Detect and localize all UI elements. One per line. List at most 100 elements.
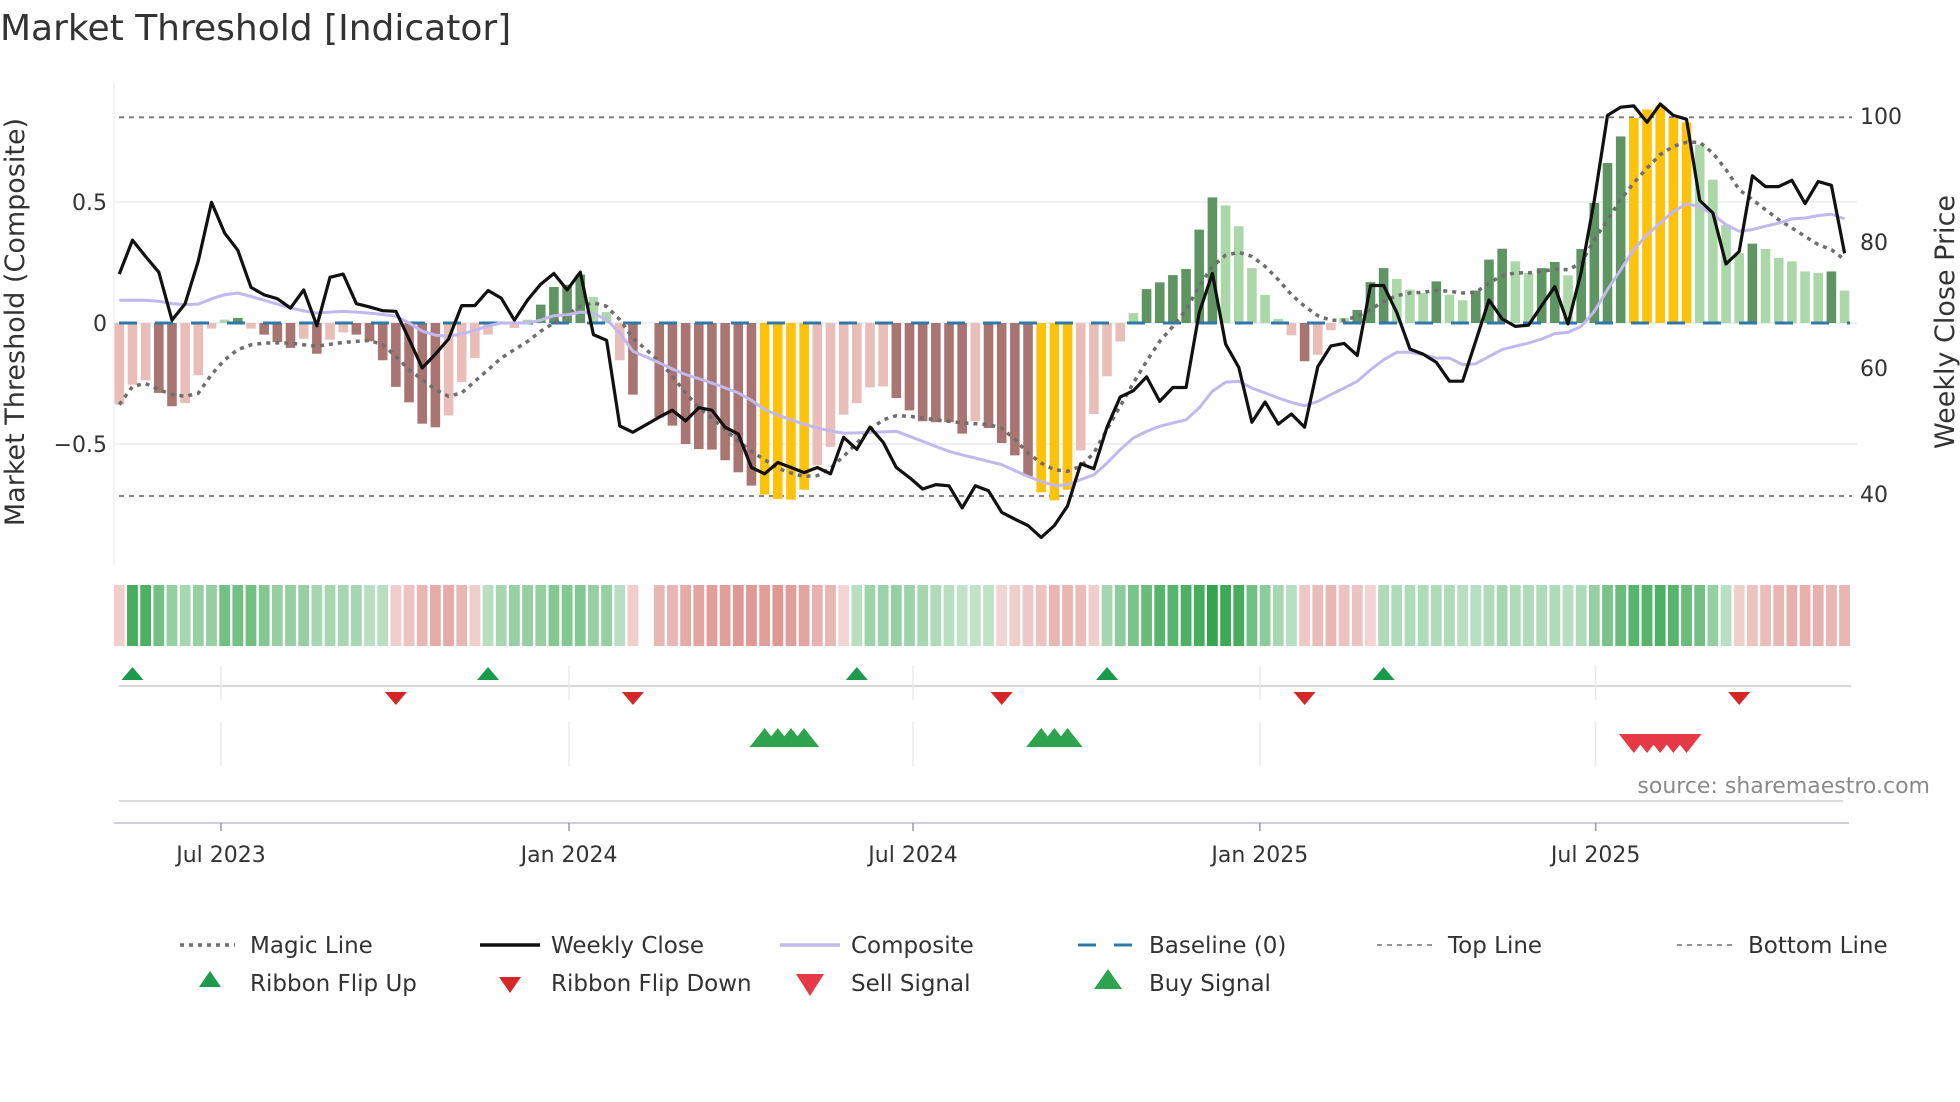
composite-bar xyxy=(944,323,954,423)
composite-bar xyxy=(917,323,928,422)
composite-bar xyxy=(931,323,941,423)
ribbon-cell xyxy=(1075,585,1087,646)
legend-label: Weekly Close xyxy=(551,933,704,959)
ribbon-cell xyxy=(943,585,955,646)
ribbon-cell xyxy=(772,585,784,646)
ribbon-flip-up-marker xyxy=(477,667,500,680)
ribbon-cell xyxy=(1483,585,1495,646)
composite-bar xyxy=(1141,289,1152,323)
left-tick-label: 0 xyxy=(93,312,107,337)
composite-bar xyxy=(417,323,428,424)
composite-bar xyxy=(891,323,902,399)
ribbon-cell xyxy=(1575,585,1587,646)
composite-bar xyxy=(733,323,744,473)
legend-item: Ribbon Flip Up xyxy=(199,971,417,997)
composite-bar xyxy=(1260,294,1270,323)
composite-bar xyxy=(1154,282,1165,323)
composite-bar xyxy=(272,323,283,343)
ribbon-cell xyxy=(377,585,389,646)
ribbon-cell xyxy=(271,585,283,646)
composite-bar xyxy=(1681,122,1692,323)
ribbon-cell xyxy=(838,585,850,646)
composite-bar xyxy=(1655,105,1665,323)
composite-bar xyxy=(957,323,967,434)
ribbon-cell xyxy=(996,585,1008,646)
ribbon-cell xyxy=(1457,585,1469,646)
composite-bar xyxy=(1708,179,1718,323)
legend-item: Top Line xyxy=(1377,933,1542,959)
ribbon-cell xyxy=(667,585,678,646)
composite-bar xyxy=(377,323,388,361)
composite-bar xyxy=(1800,271,1810,323)
legend-label: Buy Signal xyxy=(1149,971,1271,997)
ribbon-flip-down-marker xyxy=(384,692,407,705)
ribbon-cell xyxy=(153,585,165,646)
ribbon-cell xyxy=(983,585,994,646)
composite-bar xyxy=(1787,261,1797,323)
composite-bar xyxy=(1760,248,1771,323)
ribbon-cell xyxy=(1391,585,1403,646)
ribbon-cell xyxy=(956,585,968,646)
left-tick-label: −0.5 xyxy=(54,433,107,458)
ribbon-cell xyxy=(877,585,889,646)
legend-label: Composite xyxy=(851,933,974,959)
ribbon-cell xyxy=(1101,585,1113,646)
composite-bar xyxy=(1444,294,1455,323)
ribbon-cell xyxy=(1536,585,1548,646)
ribbon-strip xyxy=(113,585,1850,646)
composite-bar xyxy=(720,323,730,461)
legend-item: Buy Signal xyxy=(1094,969,1271,997)
ribbon-cell xyxy=(245,585,257,646)
ribbon-cell xyxy=(548,585,560,646)
ribbon-cell xyxy=(1246,585,1258,646)
ribbon-cell xyxy=(1799,585,1811,646)
ribbon-cell xyxy=(403,585,415,646)
ribbon-cell xyxy=(864,585,876,646)
composite-bar xyxy=(1168,275,1178,323)
ribbon-cell xyxy=(1286,585,1297,646)
ribbon-cell xyxy=(890,585,902,646)
ribbon-cell xyxy=(1496,585,1508,646)
ribbon-cell xyxy=(732,585,744,646)
ribbon-cell xyxy=(1378,585,1390,646)
signal-markers xyxy=(121,667,1751,753)
ribbon-cell xyxy=(1417,585,1429,646)
ribbon-cell xyxy=(1338,585,1350,646)
ribbon-cell xyxy=(1193,585,1205,646)
ribbon-cell xyxy=(1272,585,1284,646)
ribbon-cell xyxy=(1523,585,1534,646)
composite-bar xyxy=(996,323,1007,444)
ribbon-cell xyxy=(601,585,612,646)
ribbon-cell xyxy=(1220,585,1231,646)
x-tick-label: Jan 2024 xyxy=(519,843,618,868)
ribbon-cell xyxy=(917,585,929,646)
ribbon-cell xyxy=(561,585,573,646)
ribbon-cell xyxy=(588,585,599,646)
composite-bar xyxy=(193,323,204,376)
x-tick-label: Jul 2024 xyxy=(866,843,958,868)
x-tick-label: Jul 2025 xyxy=(1549,843,1641,868)
composite-bar xyxy=(364,323,375,342)
legend-item: Sell Signal xyxy=(796,971,971,997)
ribbon-cell xyxy=(706,585,718,646)
ribbon-cell xyxy=(1681,585,1692,646)
composite-bar xyxy=(1075,323,1086,451)
ribbon-cell xyxy=(166,585,178,646)
ribbon-cell xyxy=(1022,585,1034,646)
ribbon-flip-up-marker xyxy=(845,667,868,680)
ribbon-cell xyxy=(1615,585,1627,646)
market-threshold-chart: Market Threshold [Indicator] Jul 2023 Jan… xyxy=(0,8,1960,997)
composite-bar xyxy=(1062,323,1073,490)
ribbon-flip-up-marker xyxy=(1096,667,1119,680)
ribbon-cell xyxy=(1312,585,1324,646)
composite-bar xyxy=(351,323,362,335)
composite-bar xyxy=(1326,323,1336,331)
ribbon-cell xyxy=(1746,585,1758,646)
ribbon-cell xyxy=(1114,585,1126,646)
ribbon-cell xyxy=(1048,585,1060,646)
legend-item: Weekly Close xyxy=(480,933,704,959)
ribbon-cell xyxy=(851,585,863,646)
ribbon-cell xyxy=(1167,585,1179,646)
composite-bar xyxy=(707,323,717,450)
ribbon-cell xyxy=(969,585,981,646)
